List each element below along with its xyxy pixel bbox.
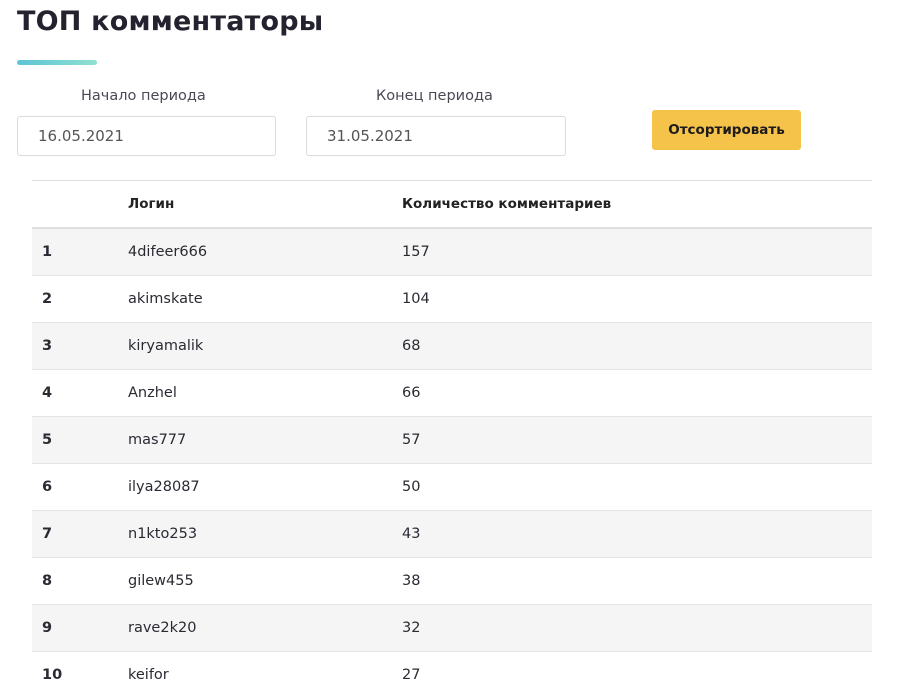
row-rank: 1	[42, 244, 53, 260]
row-rank: 2	[42, 291, 53, 307]
row-rank: 3	[42, 338, 53, 354]
row-login: keifor	[128, 667, 169, 683]
row-count: 57	[402, 432, 421, 448]
row-login: n1kto253	[128, 526, 198, 542]
row-rank: 4	[42, 385, 53, 401]
row-rank: 10	[42, 667, 63, 683]
row-count: 43	[402, 526, 421, 542]
start-date-label: Начало периода	[81, 88, 206, 104]
start-date-input[interactable]	[17, 116, 276, 156]
row-count: 32	[402, 620, 421, 636]
header-count: Количество комментариев	[402, 196, 612, 212]
row-login: akimskate	[128, 291, 203, 307]
row-login: kiryamalik	[128, 338, 204, 354]
header-login: Логин	[128, 196, 175, 212]
table-body: 1 4difeer666 157 2 akimskate 104 3 kirya…	[32, 229, 872, 693]
sort-button[interactable]: Отсортировать	[652, 110, 801, 150]
row-count: 38	[402, 573, 421, 589]
table-row: 2 akimskate 104	[32, 276, 872, 323]
row-count: 104	[402, 291, 430, 307]
row-rank: 9	[42, 620, 53, 636]
table-row: 5 mas777 57	[32, 417, 872, 464]
row-rank: 8	[42, 573, 53, 589]
table-row: 4 Anzhel 66	[32, 370, 872, 417]
table-row: 6 ilya28087 50	[32, 464, 872, 511]
table-row: 10 keifor 27	[32, 652, 872, 693]
table-row: 9 rave2k20 32	[32, 605, 872, 652]
row-count: 68	[402, 338, 421, 354]
row-rank: 5	[42, 432, 53, 448]
row-login: ilya28087	[128, 479, 200, 495]
title-underline	[17, 60, 97, 65]
page-title: ТОП комментаторы	[17, 6, 324, 37]
row-count: 66	[402, 385, 421, 401]
table-row: 1 4difeer666 157	[32, 229, 872, 276]
top-commenters-table: Логин Количество комментариев 1 4difeer6…	[32, 180, 872, 693]
page: ТОП комментаторы Начало периода Конец пе…	[0, 0, 900, 693]
row-rank: 6	[42, 479, 53, 495]
row-login: Anzhel	[128, 385, 177, 401]
row-login: 4difeer666	[128, 244, 208, 260]
end-date-label: Конец периода	[376, 88, 493, 104]
table-row: 7 n1kto253 43	[32, 511, 872, 558]
row-login: rave2k20	[128, 620, 197, 636]
table-header: Логин Количество комментариев	[32, 181, 872, 229]
row-count: 50	[402, 479, 421, 495]
row-count: 157	[402, 244, 430, 260]
row-rank: 7	[42, 526, 53, 542]
table-row: 8 gilew455 38	[32, 558, 872, 605]
row-count: 27	[402, 667, 421, 683]
row-login: gilew455	[128, 573, 194, 589]
end-date-input[interactable]	[306, 116, 566, 156]
table-row: 3 kiryamalik 68	[32, 323, 872, 370]
row-login: mas777	[128, 432, 187, 448]
